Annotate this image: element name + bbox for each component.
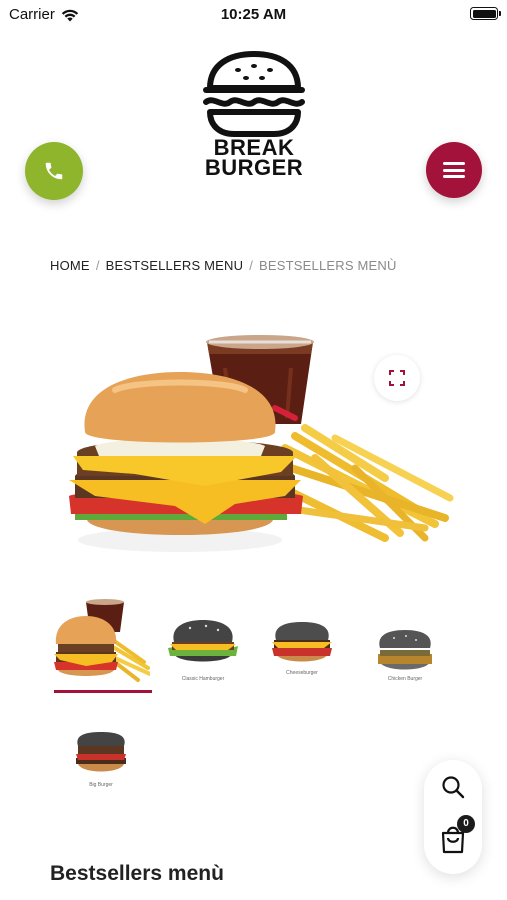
menu-button[interactable] xyxy=(426,142,482,198)
breadcrumb-home[interactable]: HOME xyxy=(50,258,90,273)
call-button[interactable] xyxy=(25,142,83,200)
thumbnail-image xyxy=(168,620,238,662)
section-title: Bestsellers menù xyxy=(50,862,224,885)
thumbnail-active-indicator xyxy=(54,690,152,693)
search-icon[interactable] xyxy=(441,775,465,799)
logo-line-2: BURGER xyxy=(204,155,304,180)
hamburger-menu-icon xyxy=(443,162,465,178)
thumbnail-image xyxy=(272,622,332,662)
status-time: 10:25 AM xyxy=(220,6,287,23)
thumbnail-caption: Big Burger xyxy=(89,782,113,788)
thumbnail-image xyxy=(76,732,126,772)
thumbnail-caption: Classic Hamburger xyxy=(181,676,225,682)
thumbnail-item[interactable]: Big Burger xyxy=(74,732,174,828)
breadcrumb: HOME / BESTSELLERS MENU / BESTSELLERS MENÙ xyxy=(50,258,397,273)
logo-wordmark: BREAK BURGER xyxy=(200,137,308,180)
status-bar: Carrier 10:25 AM xyxy=(0,0,507,28)
phone-icon xyxy=(45,162,63,180)
breadcrumb-separator: / xyxy=(95,258,100,273)
thumbnail-item[interactable] xyxy=(52,598,152,694)
burger-logo-icon xyxy=(203,51,305,137)
thumbnail-image xyxy=(54,599,150,682)
cart-count-badge: 0 xyxy=(457,815,475,833)
floating-action-panel: 0 xyxy=(424,760,482,874)
thumbnail-caption: Chicken Burger xyxy=(387,676,423,682)
thumbnail-caption: Cheeseburger xyxy=(286,670,318,676)
brand-logo[interactable]: BREAK BURGER xyxy=(200,50,308,184)
breadcrumb-current: BESTSELLERS MENÙ xyxy=(259,258,397,273)
expand-icon xyxy=(389,370,405,386)
thumbnail-image xyxy=(378,630,432,670)
zoom-button[interactable] xyxy=(374,355,420,401)
battery-icon xyxy=(470,7,501,20)
thumbnail-item[interactable]: Chicken Burger xyxy=(376,628,476,724)
thumbnail-item[interactable]: Cheeseburger xyxy=(270,622,370,718)
thumbnail-item[interactable]: Classic Hamburger xyxy=(166,618,266,714)
breadcrumb-separator: / xyxy=(249,258,254,273)
breadcrumb-parent[interactable]: BESTSELLERS MENU xyxy=(106,258,244,273)
